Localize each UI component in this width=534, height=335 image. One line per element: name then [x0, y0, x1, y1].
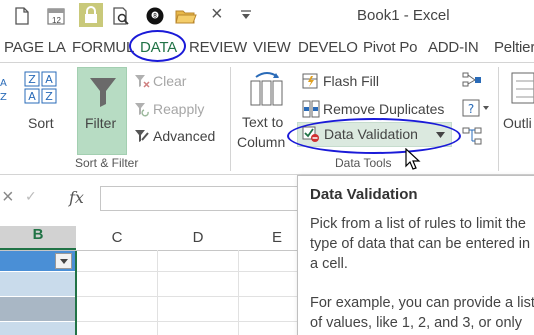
- data-validation-tooltip: Data Validation Pick from a list of rule…: [297, 175, 534, 335]
- lock-icon[interactable]: [79, 3, 103, 27]
- sort-icon[interactable]: Z A A Z: [24, 71, 58, 105]
- funnel-icon: [90, 78, 116, 107]
- table-cell[interactable]: [0, 297, 76, 321]
- filter-dropdown-button[interactable]: [55, 253, 72, 269]
- svg-text:Z: Z: [0, 92, 7, 103]
- tab-page-layout[interactable]: PAGE LA: [4, 39, 66, 56]
- tab-pivot-power[interactable]: Pivot Po: [363, 39, 417, 56]
- open-folder-icon[interactable]: [175, 6, 197, 26]
- window-title: Book1 - Excel: [357, 7, 450, 24]
- enter-icon[interactable]: ✓: [25, 188, 37, 205]
- mouse-cursor-icon: [405, 148, 421, 170]
- svg-text:Z: Z: [28, 73, 36, 86]
- text-to-columns-icon[interactable]: [250, 71, 284, 107]
- outline-icon[interactable]: [510, 71, 534, 105]
- clear-button[interactable]: Clear: [153, 73, 186, 89]
- outline-button[interactable]: Outli: [503, 115, 532, 131]
- fx-icon[interactable]: fx: [69, 188, 84, 207]
- filter-button[interactable]: Filter: [77, 67, 127, 155]
- column-header-d[interactable]: D: [158, 226, 238, 250]
- tooltip-line: For example, you can provide a list: [310, 295, 534, 311]
- reapply-icon: [135, 103, 149, 117]
- tab-developer[interactable]: DEVELO: [298, 39, 358, 56]
- reapply-button[interactable]: Reapply: [153, 101, 204, 117]
- tooltip-line: Pick from a list of rules to limit the: [310, 216, 526, 232]
- what-if-analysis-icon[interactable]: ?: [462, 99, 490, 117]
- sort-button[interactable]: Sort: [28, 115, 54, 131]
- advanced-button[interactable]: Advanced: [153, 128, 215, 144]
- new-document-icon[interactable]: [12, 6, 32, 26]
- data-validation-button[interactable]: Data Validation: [297, 122, 452, 147]
- clear-filter-icon: [135, 75, 150, 88]
- selection-border: [75, 251, 77, 335]
- ribbon-tabs: PAGE LA FORMUL DATA REVIEW VIEW DEVELO P…: [0, 30, 534, 62]
- table-header-cell[interactable]: [0, 251, 76, 271]
- tab-data[interactable]: DATA: [140, 39, 177, 56]
- cancel-icon[interactable]: ×: [2, 186, 14, 209]
- svg-text:Z: Z: [45, 90, 53, 103]
- tab-add-ins[interactable]: ADD-IN: [428, 39, 479, 56]
- remove-duplicates-icon: [302, 100, 320, 118]
- text-to-columns-label-1[interactable]: Text to: [242, 114, 283, 130]
- tab-formulas[interactable]: FORMUL: [72, 39, 134, 56]
- tooltip-line: of values, like 1, 2, and 3, or only: [310, 315, 522, 331]
- close-icon[interactable]: ×: [211, 3, 223, 26]
- table-cell[interactable]: [0, 322, 76, 335]
- relationships-icon[interactable]: [462, 127, 482, 145]
- gridline: [157, 250, 158, 335]
- svg-text:A: A: [45, 73, 53, 86]
- flash-fill-icon: [302, 73, 318, 89]
- tooltip-line: a cell.: [310, 256, 348, 272]
- tab-peltier[interactable]: Peltier: [494, 39, 534, 56]
- sort-ascending-icon[interactable]: A Z: [0, 76, 12, 104]
- flash-fill-button[interactable]: Flash Fill: [323, 73, 379, 89]
- data-validation-label: Data Validation: [324, 126, 418, 142]
- print-preview-icon[interactable]: [111, 6, 131, 26]
- eight-ball-icon[interactable]: 8: [145, 6, 165, 26]
- calendar-badge: 12: [52, 16, 61, 25]
- gridline: [76, 296, 316, 297]
- formula-input[interactable]: [100, 186, 320, 211]
- gridline: [76, 271, 316, 272]
- sort-filter-group-label: Sort & Filter: [75, 156, 139, 170]
- tooltip-title: Data Validation: [310, 186, 418, 203]
- remove-duplicates-button[interactable]: Remove Duplicates: [323, 101, 444, 117]
- data-validation-icon: [302, 126, 319, 142]
- ribbon: A Z Z A A Z Sort Filter Clear Reapply Ad…: [0, 62, 534, 175]
- dropdown-arrow-icon[interactable]: [240, 10, 252, 20]
- tab-review[interactable]: REVIEW: [189, 39, 247, 56]
- quick-access-toolbar: 12 8 × Book1 - Excel: [0, 0, 534, 32]
- svg-text:8: 8: [153, 13, 157, 20]
- svg-text:A: A: [0, 78, 7, 89]
- column-header-b[interactable]: B: [0, 226, 76, 250]
- tab-view[interactable]: VIEW: [253, 39, 291, 56]
- chevron-down-icon[interactable]: [436, 132, 445, 138]
- svg-text:A: A: [28, 90, 36, 103]
- data-tools-group-label: Data Tools: [335, 156, 392, 170]
- chevron-down-icon: [60, 259, 68, 264]
- advanced-filter-icon: [135, 130, 149, 142]
- filter-label: Filter: [85, 115, 117, 131]
- consolidate-icon[interactable]: [462, 71, 482, 89]
- svg-text:?: ?: [468, 102, 474, 116]
- gridline: [238, 250, 239, 335]
- tooltip-line: type of data that can be entered in: [310, 236, 531, 252]
- group-separator: [230, 67, 231, 171]
- gridline: [76, 321, 316, 322]
- text-to-columns-label-2[interactable]: Column: [237, 134, 285, 150]
- column-header-c[interactable]: C: [77, 226, 157, 250]
- group-separator: [498, 67, 499, 171]
- table-cell[interactable]: [0, 272, 76, 296]
